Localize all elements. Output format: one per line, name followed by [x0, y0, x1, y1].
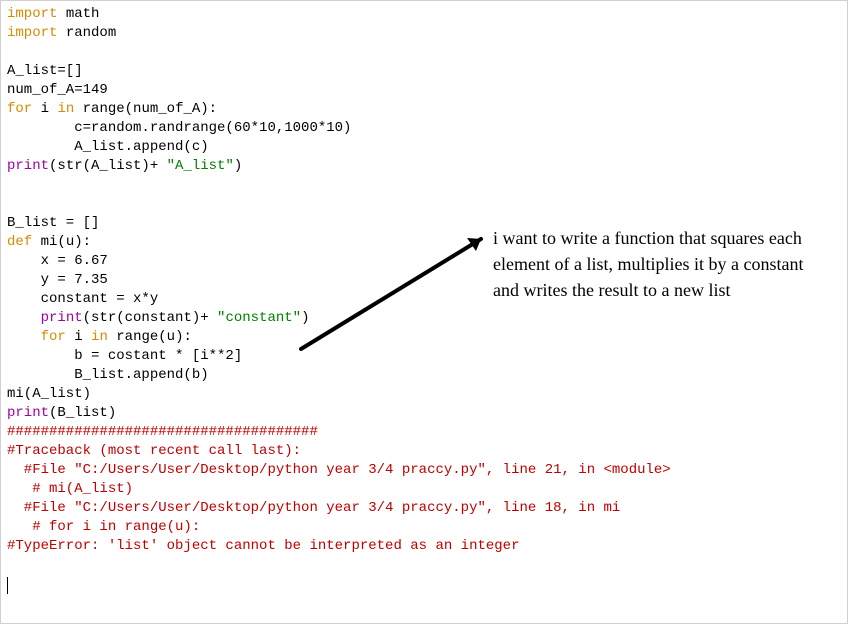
code-token: in	[91, 329, 108, 345]
traceback-line: #File "C:/Users/User/Desktop/python year…	[7, 462, 671, 478]
code-token: i	[66, 329, 91, 345]
code-line: constant = x*y	[7, 291, 158, 307]
annotation-text: i want to write a function that squares …	[493, 225, 823, 303]
code-token: for	[41, 329, 66, 345]
traceback-line: #####################################	[7, 424, 318, 440]
code-token: range(u):	[108, 329, 192, 345]
code-token: in	[57, 101, 74, 117]
traceback-line: #File "C:/Users/User/Desktop/python year…	[7, 500, 620, 516]
code-token: "A_list"	[167, 158, 234, 174]
code-token: print	[7, 405, 49, 421]
code-token: )	[301, 310, 309, 326]
code-line: b = costant * [i**2]	[7, 348, 242, 364]
code-token: random	[57, 25, 116, 41]
code-line: B_list = []	[7, 215, 99, 231]
code-token: for	[7, 101, 32, 117]
code-token: range(num_of_A):	[74, 101, 217, 117]
code-token: )	[234, 158, 242, 174]
code-line: B_list.append(b)	[7, 367, 209, 383]
code-line: c=random.randrange(60*10,1000*10)	[7, 120, 351, 136]
code-line: x = 6.67	[7, 253, 108, 269]
traceback-line: # mi(A_list)	[7, 481, 133, 497]
text-cursor	[7, 577, 8, 594]
traceback-line: #Traceback (most recent call last):	[7, 443, 301, 459]
traceback-line: #TypeError: 'list' object cannot be inte…	[7, 538, 519, 554]
code-token: print	[7, 158, 49, 174]
code-token: import	[7, 6, 57, 22]
code-token: import	[7, 25, 57, 41]
traceback-line: # for i in range(u):	[7, 519, 200, 535]
code-token: (B_list)	[49, 405, 116, 421]
code-token: (str(A_list)+	[49, 158, 167, 174]
code-token: mi(u):	[32, 234, 91, 250]
code-line: A_list.append(c)	[7, 139, 209, 155]
code-token: "constant"	[217, 310, 301, 326]
code-line: A_list=[]	[7, 63, 83, 79]
code-token: print	[41, 310, 83, 326]
code-token: def	[7, 234, 32, 250]
code-line: y = 7.35	[7, 272, 108, 288]
code-token	[7, 329, 41, 345]
code-token	[7, 310, 41, 326]
code-token: (str(constant)+	[83, 310, 217, 326]
code-token: math	[57, 6, 99, 22]
code-line: mi(A_list)	[7, 386, 91, 402]
code-token: i	[32, 101, 57, 117]
code-line: num_of_A=149	[7, 82, 108, 98]
